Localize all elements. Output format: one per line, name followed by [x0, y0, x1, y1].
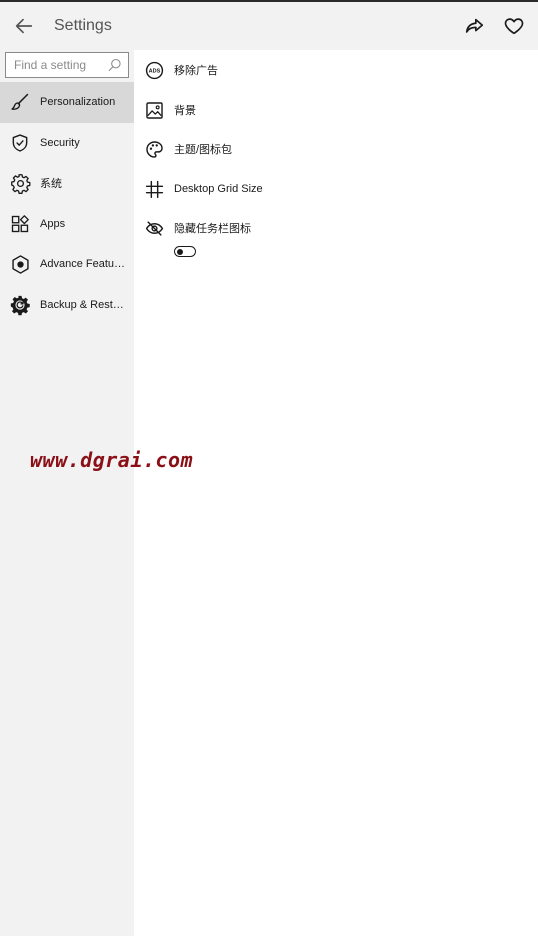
desktop-grid-size-label: Desktop Grid Size — [174, 183, 263, 195]
background-item[interactable]: 背景 — [144, 98, 524, 122]
sidebar-item-label: Advance Featur... — [40, 258, 126, 271]
hexagon-icon — [9, 253, 31, 275]
favorite-button[interactable] — [494, 6, 534, 46]
svg-text:ADS: ADS — [148, 68, 160, 74]
sidebar: Personalization Security — [0, 50, 134, 936]
eye-off-icon — [144, 218, 164, 238]
share-button[interactable] — [454, 6, 494, 46]
toggle-knob — [177, 248, 183, 255]
remove-ads-label: 移除广告 — [174, 65, 218, 77]
settings-content: ADS 移除广告 背景 主题/图标包 Desktop Grid Size 隐藏任… — [134, 50, 538, 936]
image-icon — [144, 100, 164, 120]
sidebar-item-label: Personalization — [40, 96, 116, 109]
apps-icon — [9, 213, 31, 235]
header-actions — [454, 6, 534, 46]
grid-icon — [144, 179, 164, 199]
page-title: Settings — [54, 17, 112, 34]
hide-taskbar-icons-label: 隐藏任务栏图标 — [174, 223, 251, 235]
sidebar-item-advance-features[interactable]: Advance Featur... — [0, 244, 134, 285]
sidebar-item-label: 系统 — [40, 178, 62, 191]
ads-icon: ADS — [144, 60, 164, 80]
sidebar-item-label: Apps — [40, 217, 66, 230]
search-box — [5, 52, 129, 78]
sidebar-item-label: Security — [40, 136, 80, 149]
background-label: 背景 — [174, 105, 196, 117]
sidebar-item-security[interactable]: Security — [0, 123, 134, 164]
sidebar-nav: Personalization Security 系统 Apps Advance… — [0, 82, 134, 325]
search-input[interactable] — [6, 53, 109, 77]
search-icon[interactable] — [108, 58, 122, 72]
gear-icon — [9, 172, 31, 194]
brush-icon — [9, 91, 31, 113]
remove-ads-item[interactable]: ADS 移除广告 — [144, 58, 524, 82]
sidebar-item-apps[interactable]: Apps — [0, 204, 134, 245]
share-icon — [465, 18, 484, 33]
watermark-text: www.dgrai.com — [30, 448, 194, 472]
themes-icon-packs-item[interactable]: 主题/图标包 — [144, 137, 524, 161]
hide-taskbar-icons-toggle[interactable] — [174, 246, 196, 257]
sidebar-item-personalization[interactable]: Personalization — [0, 82, 134, 123]
palette-icon — [144, 139, 164, 159]
desktop-grid-size-item[interactable]: Desktop Grid Size — [144, 177, 524, 201]
backup-gear-icon — [9, 294, 31, 316]
sidebar-item-label: Backup & Restore — [40, 298, 126, 311]
hide-taskbar-icons-item[interactable]: 隐藏任务栏图标 — [144, 216, 524, 240]
themes-label: 主题/图标包 — [174, 144, 233, 156]
sidebar-item-backup-restore[interactable]: Backup & Restore — [0, 285, 134, 326]
header-bar: Settings — [0, 2, 538, 50]
shield-icon — [9, 132, 31, 154]
arrow-left-icon — [15, 18, 33, 34]
heart-icon — [504, 18, 524, 35]
back-button[interactable] — [4, 6, 44, 46]
settings-window: Settings Find a setting Personalization … — [0, 0, 538, 936]
sidebar-item-system[interactable]: 系统 — [0, 163, 134, 204]
